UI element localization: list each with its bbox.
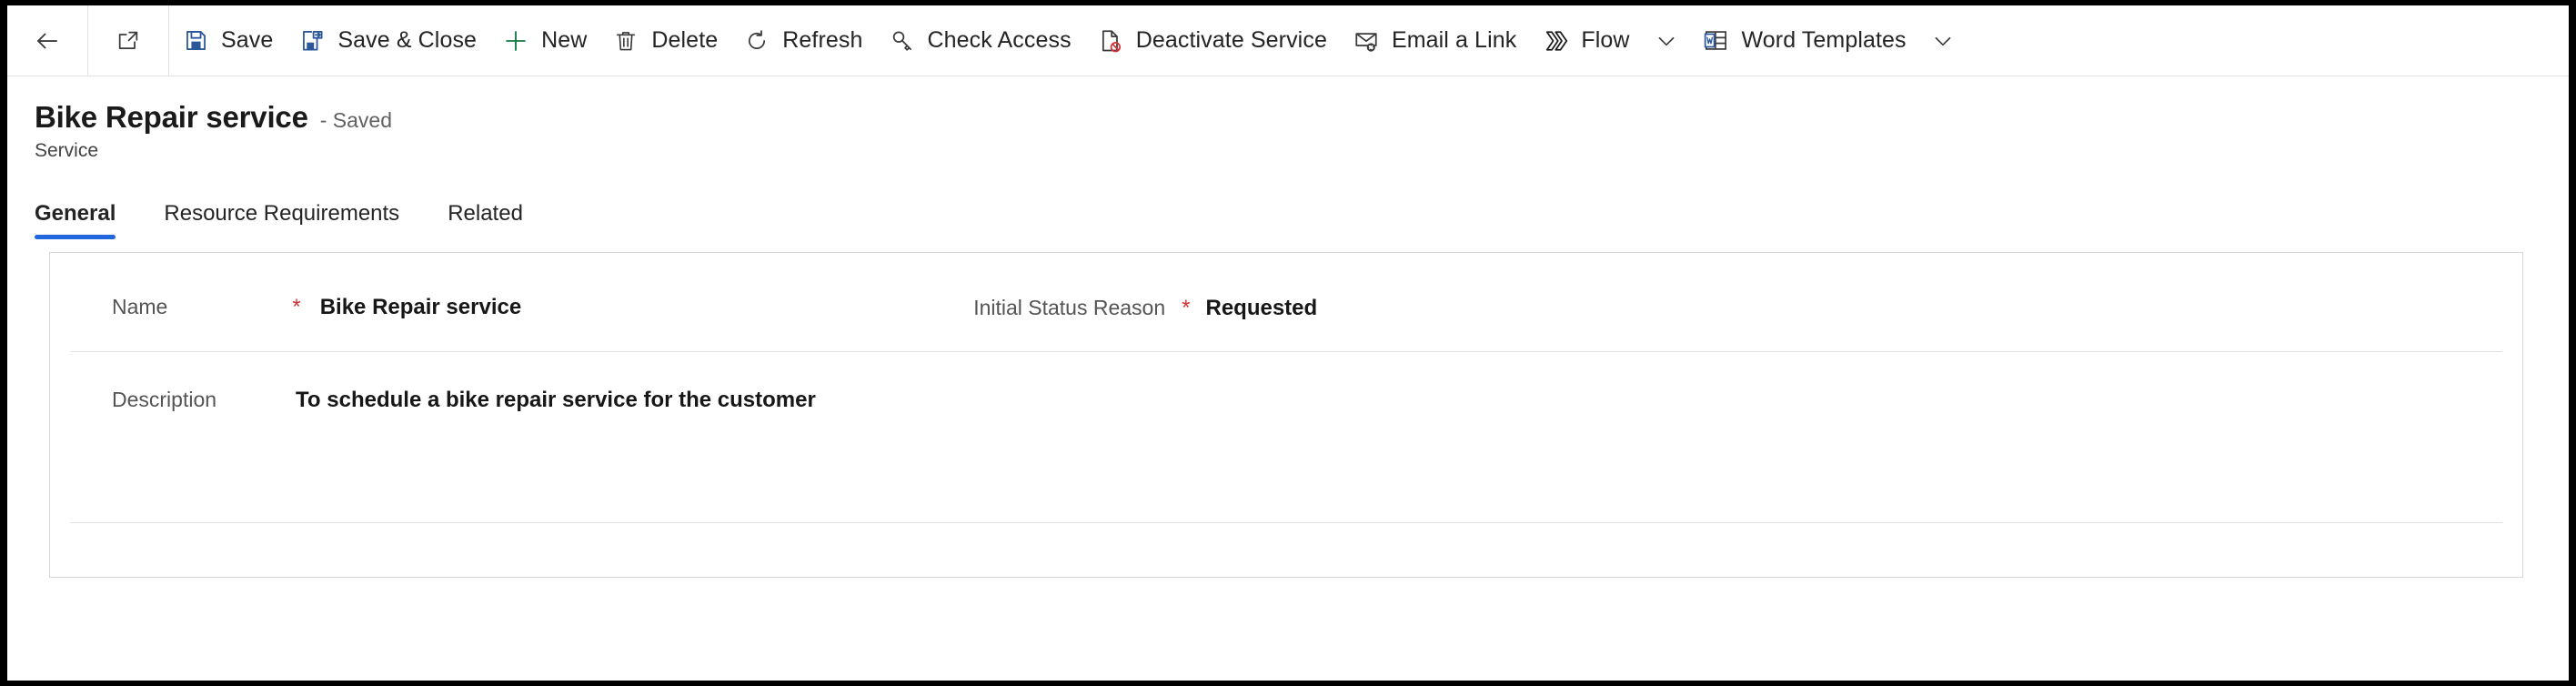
field-initial-status-reason-value-container[interactable]: Requested xyxy=(1205,296,1317,321)
field-description-label: Description xyxy=(112,388,217,411)
field-name-required-indicator: * xyxy=(292,294,301,319)
field-initial-status-reason-label: Initial Status Reason xyxy=(973,296,1166,319)
field-name-value: Bike Repair service xyxy=(319,295,522,319)
form-row-empty xyxy=(50,522,2522,577)
field-initial-status-reason-required-indicator: * xyxy=(1182,295,1191,320)
app-window: Save Save & Close New Delete Refresh Che… xyxy=(7,5,2569,681)
field-name: Name * xyxy=(112,295,301,319)
tab-resource-requirements-label: Resource Requirements xyxy=(164,201,400,226)
form-tablist: General Resource Requirements Related xyxy=(7,188,2569,239)
delete-button-label: Delete xyxy=(651,27,719,53)
save-and-close-icon xyxy=(298,27,326,55)
field-description-value: To schedule a bike repair service for th… xyxy=(296,388,816,412)
email-a-link-button-label: Email a Link xyxy=(1391,27,1517,53)
back-arrow-icon xyxy=(34,27,61,55)
word-templates-chevron-down-icon[interactable] xyxy=(1919,5,1967,76)
open-in-new-window-icon xyxy=(115,27,142,55)
deactivate-service-button[interactable]: Deactivate Service xyxy=(1084,5,1340,76)
field-description-value-container[interactable]: To schedule a bike repair service for th… xyxy=(296,388,816,413)
check-access-button-label: Check Access xyxy=(927,27,1072,53)
flow-chevron-down-icon[interactable] xyxy=(1643,5,1690,76)
word-icon xyxy=(1703,27,1730,55)
refresh-icon xyxy=(743,27,770,55)
word-templates-button-label: Word Templates xyxy=(1741,27,1907,53)
entity-name-label: Service xyxy=(35,140,99,161)
field-initial-status-reason: Initial Status Reason * xyxy=(973,296,1190,320)
new-button[interactable]: New xyxy=(489,5,599,76)
back-button[interactable] xyxy=(7,5,87,76)
form-row-description: Description To schedule a bike repair se… xyxy=(50,351,2522,523)
field-name-value-container[interactable]: Bike Repair service xyxy=(320,295,521,320)
tab-related[interactable]: Related xyxy=(448,201,523,239)
tab-resource-requirements[interactable]: Resource Requirements xyxy=(164,201,399,239)
field-name-label: Name xyxy=(112,295,168,318)
open-in-new-window-button[interactable] xyxy=(88,5,168,76)
command-bar: Save Save & Close New Delete Refresh Che… xyxy=(7,5,2569,76)
flow-button-label: Flow xyxy=(1581,27,1630,53)
deactivate-service-button-label: Deactivate Service xyxy=(1135,27,1327,53)
plus-icon xyxy=(502,27,529,55)
new-button-label: New xyxy=(541,27,588,53)
save-button-label: Save xyxy=(221,27,274,53)
email-a-link-button[interactable]: Email a Link xyxy=(1340,5,1529,76)
record-header: Bike Repair service - Saved Service xyxy=(7,76,2569,162)
word-templates-button[interactable]: Word Templates xyxy=(1690,5,1919,76)
email-link-icon xyxy=(1353,27,1380,55)
general-tab-form-section: Name * Bike Repair service Initial Statu… xyxy=(49,252,2523,578)
tab-general[interactable]: General xyxy=(35,201,116,239)
save-and-close-button[interactable]: Save & Close xyxy=(286,5,489,76)
tab-related-label: Related xyxy=(448,201,523,226)
save-icon xyxy=(182,27,209,55)
key-icon xyxy=(889,27,916,55)
save-button[interactable]: Save xyxy=(169,5,286,76)
field-description: Description xyxy=(112,388,216,412)
check-access-button[interactable]: Check Access xyxy=(876,5,1084,76)
delete-button[interactable]: Delete xyxy=(599,5,730,76)
flow-icon xyxy=(1542,27,1569,55)
deactivate-icon xyxy=(1097,27,1124,55)
form-row-name: Name * Bike Repair service Initial Statu… xyxy=(50,253,2522,352)
tab-general-label: General xyxy=(35,201,116,226)
save-status-text: - Saved xyxy=(319,108,392,132)
save-and-close-button-label: Save & Close xyxy=(337,27,478,53)
flow-button[interactable]: Flow xyxy=(1529,5,1642,76)
title-row: Bike Repair service - Saved xyxy=(35,100,2569,135)
page-title: Bike Repair service xyxy=(35,100,308,134)
refresh-button[interactable]: Refresh xyxy=(730,5,875,76)
refresh-button-label: Refresh xyxy=(782,27,863,53)
trash-icon xyxy=(612,27,639,55)
field-initial-status-reason-value: Requested xyxy=(1205,296,1318,320)
